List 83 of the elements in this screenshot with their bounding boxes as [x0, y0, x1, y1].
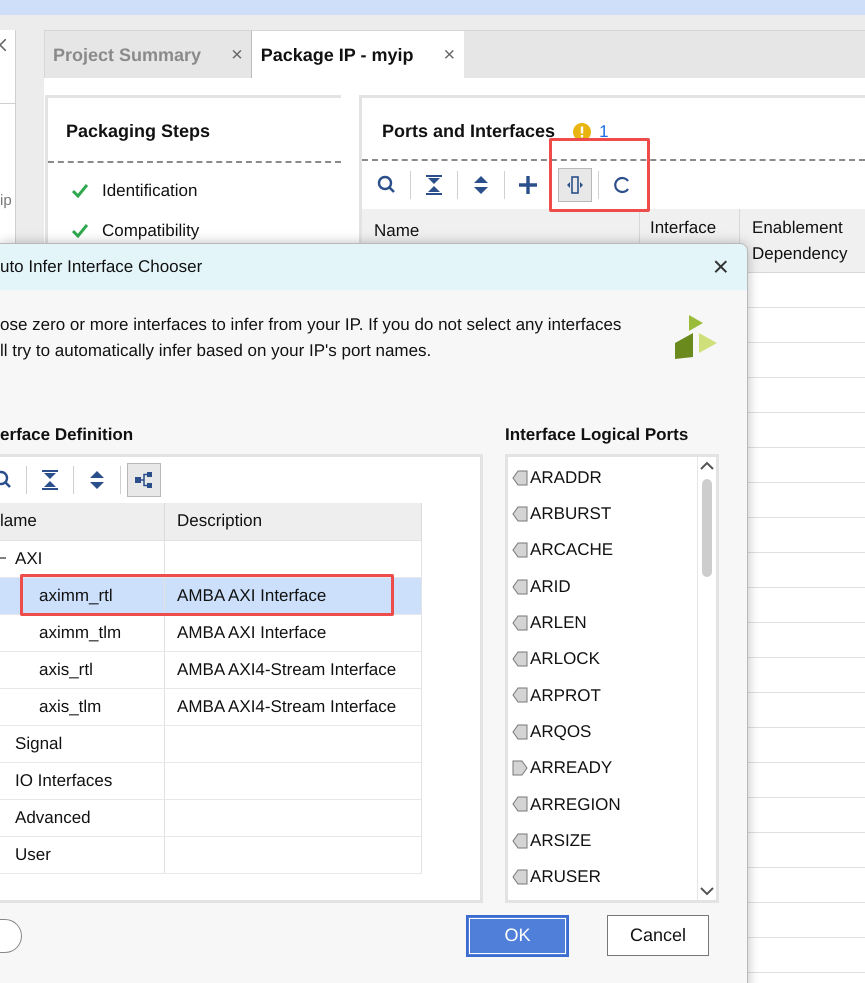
row-description: AMBA AXI4-Stream Interface — [177, 658, 396, 681]
port-item[interactable]: ARREGION — [530, 792, 621, 818]
input-port-icon — [512, 614, 528, 631]
tree-row[interactable]: Signal — [0, 726, 422, 762]
input-port-icon — [512, 651, 528, 668]
port-item[interactable]: ARSIZE — [530, 828, 592, 854]
input-port-icon — [512, 832, 528, 849]
output-port-icon — [512, 760, 528, 776]
warning-icon — [573, 122, 592, 140]
tree-row[interactable]: Advanced — [0, 800, 422, 836]
expand-all-icon — [472, 175, 490, 195]
panel-title: Packaging Steps — [65, 120, 212, 143]
input-port-icon — [512, 868, 528, 885]
hierarchy-icon — [134, 470, 154, 490]
tree-row[interactable]: axis_rtl AMBA AXI4-Stream Interface — [0, 652, 422, 688]
port-item[interactable]: ARID — [530, 574, 571, 600]
row-name: Advanced — [15, 806, 91, 829]
logo-icon — [675, 315, 719, 359]
port-item[interactable]: ARLOCK — [530, 646, 600, 672]
row-name: AXI — [15, 548, 42, 570]
row-description: AMBA AXI Interface — [177, 584, 326, 607]
collapse-all-icon — [41, 470, 59, 490]
input-port-icon — [512, 542, 528, 558]
dialog-title: uto Infer Interface Chooser — [0, 256, 202, 278]
tree-row[interactable]: axis_tlm AMBA AXI4-Stream Interface — [0, 688, 422, 726]
message-text: ose zero or more interfaces to infer from your IP. If you do not select any interfaces — [0, 314, 622, 336]
section-title: Interface Logical Ports — [505, 424, 690, 446]
row-description: AMBA AXI4-Stream Interface — [177, 696, 396, 718]
tree-row[interactable]: aximm_tlm AMBA AXI Interface — [0, 614, 422, 652]
row-name: aximm_tlm — [39, 622, 122, 644]
input-port-icon — [512, 724, 528, 740]
step-item[interactable]: Identification — [102, 178, 198, 204]
column-header[interactable]: lame — [0, 502, 165, 540]
port-item[interactable]: ARPROT — [530, 682, 601, 708]
close-icon[interactable] — [0, 39, 6, 51]
port-item[interactable]: ARLEN — [530, 610, 587, 636]
port-item[interactable]: ARCACHE — [530, 537, 614, 563]
input-port-icon — [512, 796, 528, 812]
panel-label: ip — [0, 191, 12, 211]
tree-row[interactable]: User — [0, 836, 422, 874]
scroll-down-icon[interactable] — [700, 886, 714, 896]
port-item[interactable]: ARREADY — [530, 755, 612, 781]
tree-row[interactable]: aximm_rtl AMBA AXI Interface — [0, 578, 422, 614]
port-item[interactable]: ARADDR — [530, 464, 602, 490]
input-port-icon — [512, 687, 528, 704]
cancel-button[interactable]: Cancel — [607, 914, 709, 956]
toolbar-button[interactable] — [558, 168, 592, 202]
toolbar-button[interactable] — [127, 462, 161, 496]
scrollbar-thumb[interactable] — [702, 478, 712, 576]
refresh-icon — [612, 175, 632, 195]
scrollbar[interactable] — [697, 456, 716, 900]
row-name: axis_tlm — [39, 696, 102, 718]
input-port-icon — [512, 470, 528, 486]
row-name: aximm_rtl — [39, 584, 113, 607]
port-item[interactable]: ARUSER — [530, 864, 601, 890]
message-text: ll try to automatically infer based on your IP's port names. — [0, 340, 432, 362]
section-title: erface Definition — [0, 424, 134, 446]
expand-all-icon — [88, 470, 106, 490]
ok-button[interactable]: OK — [466, 914, 569, 956]
tab[interactable]: Package IP - myip × — [252, 31, 464, 79]
row-name: axis_rtl — [39, 658, 93, 681]
input-port-icon — [512, 578, 528, 595]
search-icon — [377, 175, 397, 195]
step-item[interactable]: Compatibility — [102, 218, 200, 244]
close-icon[interactable]: × — [231, 40, 243, 70]
row-name: IO Interfaces — [15, 770, 112, 792]
tree-row[interactable]: AXI — [0, 540, 422, 578]
tree-row[interactable]: IO Interfaces — [0, 762, 422, 800]
panel-title: Ports and Interfaces — [382, 120, 556, 143]
row-description: AMBA AXI Interface — [177, 622, 326, 644]
help-button[interactable] — [0, 918, 22, 952]
port-item[interactable]: ARBURST — [530, 501, 612, 527]
row-name: Signal — [15, 732, 62, 755]
column-header[interactable]: Description — [165, 502, 422, 540]
row-name: User — [15, 844, 51, 866]
input-port-icon — [512, 506, 528, 522]
scroll-up-icon[interactable] — [700, 460, 714, 470]
plus-icon — [518, 175, 538, 195]
infer-interface-icon — [565, 175, 585, 195]
warning-count[interactable]: 1 — [599, 118, 609, 144]
port-item[interactable]: ARQOS — [530, 718, 592, 744]
collapse-all-icon — [425, 175, 443, 195]
close-icon[interactable]: × — [444, 40, 456, 70]
